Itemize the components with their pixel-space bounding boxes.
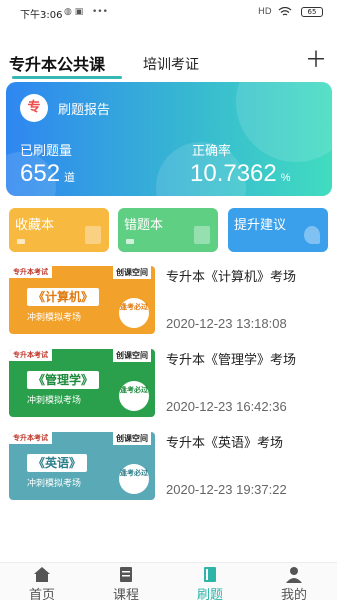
- accuracy-number: 10.7362: [190, 160, 277, 187]
- mini-tag-icon: [126, 239, 134, 244]
- nav-practice-label: 刷题: [196, 588, 223, 600]
- wifi-icon: [278, 6, 292, 20]
- exam-item-english[interactable]: 专升本考试 创课空间 《英语》 冲刺模拟考场 逢考必过 专升本《英语》考场 20…: [0, 432, 337, 502]
- exam-title: 专升本《管理学》考场: [166, 353, 297, 368]
- status-time: 下午3:06: [20, 10, 63, 21]
- favorites-label: 收藏本: [15, 218, 55, 233]
- nav-courses-label: 课程: [112, 588, 139, 600]
- nav-home-label: 首页: [28, 588, 55, 600]
- exam-thumbnail: 专升本考试 创课空间 《英语》 冲刺模拟考场 逢考必过: [9, 432, 155, 500]
- thumb-subtitle: 冲刺模拟考场: [27, 313, 82, 323]
- tab-active-indicator: [12, 76, 122, 79]
- plus-icon[interactable]: ＋: [305, 50, 327, 72]
- done-count-label: 已刷题量: [20, 144, 73, 159]
- more-icon: •••: [92, 7, 108, 17]
- exam-date: 2020-12-23 19:37:22: [166, 482, 287, 497]
- improvement-tips-button[interactable]: 提升建议: [228, 208, 328, 252]
- practice-report-card[interactable]: 专 刷题报告 已刷题量 正确率 652 道 10.7362%: [6, 82, 332, 196]
- report-badge-icon: 专: [20, 94, 48, 122]
- thumb-tag: 专升本考试: [9, 349, 52, 361]
- signal-icon: HD: [258, 7, 272, 17]
- done-count-number: 652: [20, 160, 61, 187]
- exam-thumbnail: 专升本考试 创课空间 《计算机》 冲刺模拟考场 逢考必过: [9, 266, 155, 334]
- done-count-unit: 道: [64, 172, 76, 184]
- nav-home[interactable]: 首页: [0, 563, 84, 600]
- thumb-stamp-text: 逢考必过: [120, 303, 148, 311]
- exam-date: 2020-12-23 13:18:08: [166, 316, 287, 331]
- mini-tag-icon: [17, 239, 25, 244]
- status-bar: 下午3:06 ◍ ▣ ••• HD 65: [0, 0, 337, 24]
- nav-practice[interactable]: 刷题: [168, 563, 252, 600]
- accuracy-label: 正确率: [192, 144, 232, 159]
- wrong-questions-button[interactable]: 错题本: [118, 208, 218, 252]
- exam-item-management[interactable]: 专升本考试 创课空间 《管理学》 冲刺模拟考场 逢考必过 专升本《管理学》考场 …: [0, 349, 337, 419]
- thumb-stamp: 逢考必过: [119, 298, 149, 328]
- thumb-tag: 专升本考试: [9, 266, 52, 278]
- notebook-icon: [194, 226, 210, 244]
- wrong-questions-label: 错题本: [124, 218, 164, 233]
- thumb-subject: 《英语》: [27, 454, 88, 472]
- document-icon: [120, 567, 132, 582]
- tab-training-cert[interactable]: 培训考证: [143, 54, 199, 74]
- bookmark-icon: [85, 226, 101, 244]
- thumb-subtitle: 冲刺模拟考场: [27, 479, 82, 489]
- accuracy-unit: %: [280, 172, 291, 184]
- done-count-value: 652 道: [20, 160, 75, 188]
- thumb-brand: 创课空间: [113, 349, 151, 362]
- exam-title: 专升本《计算机》考场: [166, 270, 297, 285]
- home-icon: [34, 567, 50, 582]
- report-title: 刷题报告: [58, 103, 111, 118]
- decor-bubble: [236, 82, 332, 162]
- thumb-stamp: 逢考必过: [119, 381, 149, 411]
- nav-courses[interactable]: 课程: [84, 563, 168, 600]
- thumb-stamp-text: 逢考必过: [120, 469, 148, 477]
- top-tabs: 专升本公共课 培训考证 ＋: [0, 50, 337, 80]
- nav-profile-label: 我的: [280, 588, 307, 600]
- exam-title: 专升本《英语》考场: [166, 436, 284, 451]
- accuracy-value: 10.7362%: [190, 160, 291, 188]
- thumb-subtitle: 冲刺模拟考场: [27, 396, 82, 406]
- favorites-button[interactable]: 收藏本: [9, 208, 109, 252]
- notification-icon: ◍ ▣: [64, 7, 84, 17]
- thumb-stamp-text: 逢考必过: [120, 386, 148, 394]
- improvement-tips-label: 提升建议: [234, 218, 287, 233]
- tab-public-course[interactable]: 专升本公共课: [9, 51, 105, 75]
- thumb-tag: 专升本考试: [9, 432, 52, 444]
- exam-date: 2020-12-23 16:42:36: [166, 399, 287, 414]
- thumb-brand: 创课空间: [113, 266, 151, 279]
- battery-icon: 65: [301, 7, 323, 17]
- nav-profile[interactable]: 我的: [252, 563, 336, 600]
- thumb-subject: 《管理学》: [27, 371, 100, 389]
- person-icon: [286, 567, 302, 583]
- thumb-subject: 《计算机》: [27, 288, 100, 306]
- rocket-icon: [304, 226, 320, 244]
- thumb-stamp: 逢考必过: [119, 464, 149, 494]
- exam-thumbnail: 专升本考试 创课空间 《管理学》 冲刺模拟考场 逢考必过: [9, 349, 155, 417]
- bottom-nav: 首页 课程 刷题 我的: [0, 562, 337, 600]
- book-icon: [204, 567, 216, 582]
- exam-item-computer[interactable]: 专升本考试 创课空间 《计算机》 冲刺模拟考场 逢考必过 专升本《计算机》考场 …: [0, 266, 337, 336]
- thumb-brand: 创课空间: [113, 432, 151, 445]
